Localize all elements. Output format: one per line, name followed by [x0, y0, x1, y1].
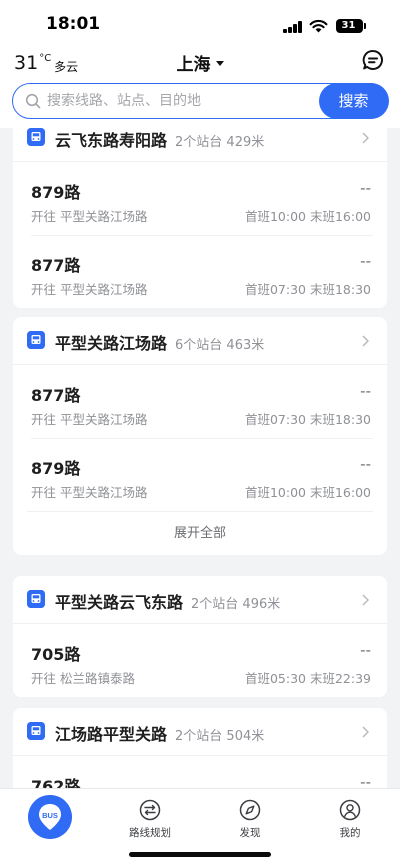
station-name: 平型关路云飞东路	[55, 593, 184, 612]
chevron-right-icon	[362, 132, 369, 144]
profile-icon	[339, 799, 361, 821]
expand-all-button[interactable]: 展开全部	[27, 511, 373, 555]
route-eta: --	[360, 641, 371, 659]
status-time: 18:01	[46, 14, 101, 34]
bus-locator-icon: BUS	[28, 795, 72, 839]
station-meta: 2个站台 496米	[191, 597, 281, 612]
search-bar: 搜索	[12, 82, 389, 119]
chevron-right-icon	[362, 335, 369, 347]
compass-icon	[239, 799, 261, 821]
station-name: 平型关路江场路	[55, 334, 168, 353]
tab-bus[interactable]: BUS	[0, 789, 100, 845]
route-row[interactable]: 877路 -- 开往 平型关路江场路 首班07:30 末班18:30	[13, 365, 387, 438]
bus-label: BUS	[42, 811, 58, 820]
tab-profile[interactable]: 我的	[300, 789, 400, 845]
status-bar: 18:01 31	[0, 0, 400, 46]
tab-label: 路线规划	[129, 827, 171, 839]
route-name: 705路	[31, 645, 81, 664]
route-direction: 开往 平型关路江场路	[31, 282, 148, 297]
city-name: 上海	[176, 55, 211, 75]
route-service-hours: 首班05:30 末班22:39	[244, 671, 371, 686]
chevron-right-icon	[362, 726, 369, 738]
station-header[interactable]: 云飞东路寿阳路 2个站台 429米	[13, 128, 387, 162]
chevron-right-icon	[362, 594, 369, 606]
station-header[interactable]: 平型关路云飞东路 2个站台 496米	[13, 576, 387, 624]
station-header[interactable]: 平型关路江场路 6个站台 463米	[13, 317, 387, 365]
station-name: 云飞东路寿阳路	[55, 131, 168, 150]
battery-icon: 31	[336, 19, 363, 33]
city-selector[interactable]: 上海	[0, 50, 400, 75]
station-card: 云飞东路寿阳路 2个站台 429米 879路 -- 开往 平型关路江场路 首班10…	[13, 128, 387, 308]
route-row[interactable]: 879路 -- 开往 平型关路江场路 首班10:00 末班16:00	[13, 162, 387, 235]
search-icon	[25, 93, 41, 109]
route-row[interactable]: 879路 -- 开往 平型关路江场路 首班10:00 末班16:00	[13, 438, 387, 511]
search-input[interactable]	[47, 84, 317, 117]
wifi-icon	[309, 19, 328, 33]
station-meta: 2个站台 504米	[175, 729, 265, 744]
route-name: 879路	[31, 459, 81, 478]
station-header[interactable]: 江场路平型关路 2个站台 504米	[13, 708, 387, 756]
station-meta: 6个站台 463米	[175, 338, 265, 353]
bus-stop-icon	[27, 128, 45, 146]
tab-discover[interactable]: 发现	[200, 789, 300, 845]
bus-stop-icon	[27, 722, 45, 740]
route-direction: 开往 平型关路江场路	[31, 412, 148, 427]
station-card: 江场路平型关路 2个站台 504米 762路 --	[13, 708, 387, 788]
search-button[interactable]: 搜索	[318, 82, 389, 119]
route-row[interactable]: 762路 --	[13, 756, 387, 788]
route-eta: --	[360, 773, 371, 788]
tab-label: 发现	[239, 827, 261, 839]
route-service-hours: 首班10:00 末班16:00	[244, 485, 371, 500]
battery-tip	[364, 23, 366, 29]
route-direction: 开往 平型关路江场路	[31, 485, 148, 500]
message-icon[interactable]	[362, 49, 384, 71]
tab-route-planning[interactable]: 路线规划	[100, 789, 200, 845]
route-eta: --	[360, 382, 371, 400]
station-card: 平型关路云飞东路 2个站台 496米 705路 -- 开往 松兰路镇泰路 首班05…	[13, 576, 387, 697]
route-eta: --	[360, 252, 371, 270]
station-name: 江场路平型关路	[55, 725, 168, 744]
station-meta: 2个站台 429米	[175, 135, 265, 150]
tab-label: 我的	[339, 827, 361, 839]
route-plan-icon	[139, 799, 161, 821]
station-card: 平型关路江场路 6个站台 463米 877路 -- 开往 平型关路江场路 首班07…	[13, 317, 387, 555]
route-name: 877路	[31, 386, 81, 405]
route-row[interactable]: 705路 -- 开往 松兰路镇泰路 首班05:30 末班22:39	[13, 624, 387, 697]
route-service-hours: 首班07:30 末班18:30	[244, 282, 371, 297]
route-row[interactable]: 877路 -- 开往 平型关路江场路 首班07:30 末班18:30	[13, 235, 387, 308]
route-name: 762路	[31, 777, 81, 788]
header: 31 °C 多云 上海 搜索	[0, 46, 400, 128]
route-direction: 开往 平型关路江场路	[31, 209, 148, 224]
caret-down-icon	[215, 60, 224, 66]
route-direction: 开往 松兰路镇泰路	[31, 671, 135, 686]
cellular-signal-icon	[283, 21, 303, 33]
battery-level: 31	[341, 20, 356, 31]
route-name: 879路	[31, 183, 81, 202]
route-name: 877路	[31, 256, 81, 275]
route-service-hours: 首班07:30 末班18:30	[244, 412, 371, 427]
bus-stop-icon	[27, 590, 45, 608]
route-service-hours: 首班10:00 末班16:00	[244, 209, 371, 224]
bus-stop-icon	[27, 331, 45, 349]
route-eta: --	[360, 179, 371, 197]
nearby-stations-list[interactable]: 云飞东路寿阳路 2个站台 429米 879路 -- 开往 平型关路江场路 首班10…	[0, 128, 400, 788]
home-indicator	[129, 852, 271, 857]
route-eta: --	[360, 455, 371, 473]
